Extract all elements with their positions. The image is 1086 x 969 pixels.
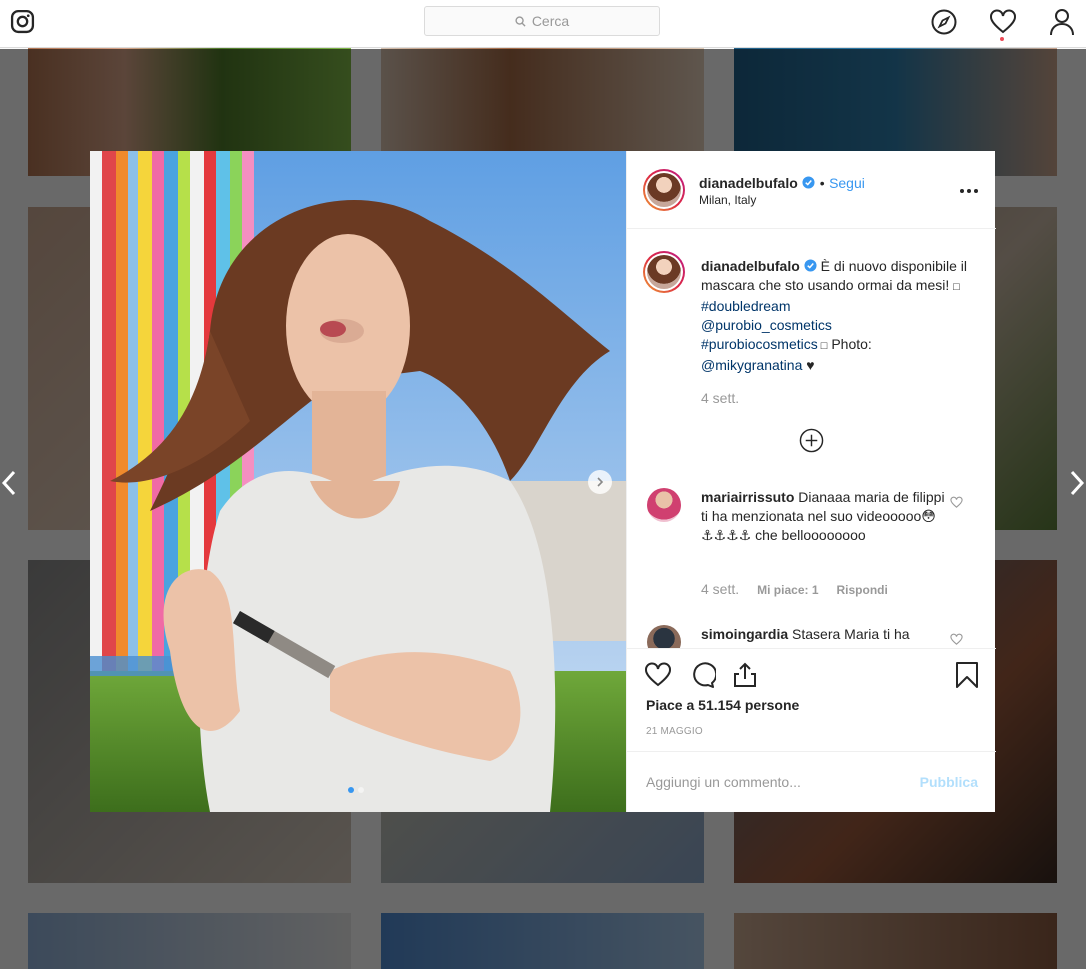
- post-caption: dianadelbufalo È di nuovo disponibile il…: [701, 257, 971, 408]
- comment-item: simoingardia Stasera Maria ti ha: [647, 625, 977, 648]
- caption-text: ♥: [802, 357, 815, 373]
- comment-text: mariairrissuto Dianaaa maria de filippi …: [701, 488, 951, 545]
- post-location[interactable]: Milan, Italy: [699, 193, 756, 207]
- search-icon: [515, 15, 526, 27]
- post-date[interactable]: 21 MAGGIO: [646, 726, 703, 737]
- hashtag-link[interactable]: #purobiocosmetics: [701, 336, 818, 352]
- add-comment-section: Aggiungi un commento... Pubblica: [627, 751, 996, 813]
- next-post-arrow-icon[interactable]: [1066, 466, 1086, 500]
- publish-button[interactable]: Pubblica: [920, 774, 978, 790]
- caption-text: Photo:: [827, 336, 872, 352]
- like-comment-heart-icon[interactable]: [950, 633, 963, 646]
- caption-username[interactable]: dianadelbufalo: [701, 258, 800, 274]
- caption-author-avatar[interactable]: [643, 251, 685, 293]
- post-photo-illustration: [90, 151, 626, 812]
- search-input[interactable]: Cerca: [424, 6, 660, 36]
- likes-count[interactable]: Piace a 51.154 persone: [646, 697, 799, 713]
- post-header: dianadelbufalo • Segui Milan, Italy: [627, 151, 996, 229]
- carousel-dot-active: [348, 787, 354, 793]
- previous-post-arrow-icon[interactable]: [0, 466, 20, 500]
- instagram-logo-icon[interactable]: [10, 9, 35, 34]
- comment-meta: 4 sett. Mi piace: 1 Rispondi: [701, 581, 888, 597]
- header-separator: •: [819, 175, 825, 191]
- carousel-indicator: [348, 787, 364, 793]
- post-details-panel: dianadelbufalo • Segui Milan, Italy dian…: [626, 151, 996, 812]
- caption-timestamp[interactable]: 4 sett.: [701, 389, 971, 408]
- mention-link[interactable]: @purobio_cosmetics: [701, 317, 832, 333]
- heart-activity-icon[interactable]: [989, 8, 1017, 36]
- search-placeholder: Cerca: [531, 13, 570, 29]
- share-icon[interactable]: [731, 661, 759, 689]
- verified-badge-icon: [804, 259, 817, 272]
- top-navigation-bar: Cerca: [0, 0, 1086, 48]
- comment-bubble-icon[interactable]: [688, 661, 716, 689]
- commenter-username[interactable]: simoingardia: [701, 626, 788, 642]
- reply-button[interactable]: Rispondi: [837, 583, 888, 597]
- commenter-username[interactable]: mariairrissuto: [701, 489, 794, 505]
- save-bookmark-icon[interactable]: [953, 661, 981, 689]
- comment-text: simoingardia Stasera Maria ti ha: [701, 625, 951, 644]
- comment-item: mariairrissuto Dianaaa maria de filippi …: [647, 488, 977, 568]
- carousel-dot: [358, 787, 364, 793]
- post-modal: dianadelbufalo • Segui Milan, Italy dian…: [90, 151, 996, 812]
- mention-link[interactable]: @mikygranatina: [701, 357, 802, 373]
- emoji-placeholder: □: [817, 340, 828, 352]
- verified-badge-icon: [802, 176, 815, 189]
- photo-next-button[interactable]: [588, 470, 612, 494]
- load-more-comments-icon[interactable]: [799, 428, 824, 453]
- comment-input[interactable]: Aggiungi un commento...: [646, 774, 801, 790]
- like-heart-icon[interactable]: [644, 661, 672, 689]
- author-username[interactable]: dianadelbufalo: [699, 175, 798, 191]
- more-options-icon[interactable]: [960, 189, 978, 193]
- notification-dot: [1000, 37, 1004, 41]
- chevron-right-icon: [597, 477, 604, 487]
- like-comment-heart-icon[interactable]: [950, 496, 963, 509]
- post-photo[interactable]: [90, 151, 626, 812]
- explore-compass-icon[interactable]: [930, 8, 958, 36]
- hashtag-link[interactable]: #doubledream: [701, 298, 791, 314]
- comment-likes[interactable]: Mi piace: 1: [757, 583, 818, 597]
- profile-icon[interactable]: [1048, 8, 1076, 36]
- comment-body: Stasera Maria ti ha: [788, 626, 910, 642]
- emoji-placeholder: □: [953, 281, 960, 293]
- post-actions: Piace a 51.154 persone 21 MAGGIO Aggiung…: [627, 648, 996, 812]
- author-avatar[interactable]: [643, 169, 685, 211]
- commenter-avatar[interactable]: [647, 625, 681, 648]
- comment-timestamp[interactable]: 4 sett.: [701, 581, 739, 597]
- commenter-avatar[interactable]: [647, 488, 681, 522]
- follow-button[interactable]: Segui: [829, 175, 865, 191]
